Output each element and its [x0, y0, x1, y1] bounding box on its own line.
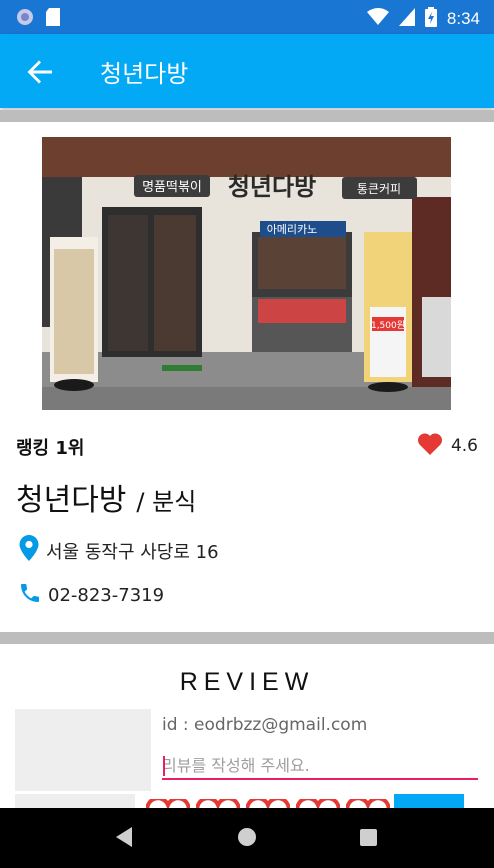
store-name: 청년다방 — [16, 483, 127, 518]
review-heading: REVIEW — [179, 668, 315, 696]
battery-icon — [424, 7, 437, 31]
status-bar: 8:34 — [0, 0, 494, 34]
rating-value: 4.6 — [450, 436, 478, 456]
app-bar: 청년다방 — [0, 34, 494, 108]
ranking-label: 랭킹 1위 — [16, 438, 85, 459]
divider — [0, 632, 494, 644]
page-title: 청년다방 — [100, 60, 189, 88]
system-nav-bar — [0, 808, 494, 868]
nav-recents-icon[interactable] — [360, 829, 377, 846]
notification-icon — [16, 8, 34, 30]
text-cursor — [163, 756, 165, 776]
location-pin-icon — [18, 534, 40, 567]
reviewer-avatar — [15, 709, 151, 791]
wifi-icon — [366, 8, 389, 30]
store-name-line: 청년다방 / 분식 — [16, 475, 196, 519]
address-row[interactable]: 서울 동작구 사당로 16 — [18, 534, 219, 567]
photo-sign-left: 명품떡볶이 — [142, 180, 202, 195]
store-category: / 분식 — [136, 488, 197, 516]
signal-icon — [398, 8, 415, 30]
nav-back-icon[interactable] — [114, 826, 134, 852]
phone-row[interactable]: 02-823-7319 — [18, 581, 164, 610]
photo-americano-label: 아메리카노 — [267, 223, 318, 236]
rating: 4.6 — [417, 432, 478, 460]
clock: 8:34 — [446, 9, 480, 28]
phone-icon — [18, 581, 42, 610]
photo-sign-right: 통큰커피 — [357, 182, 401, 196]
review-input[interactable] — [162, 752, 478, 780]
back-arrow-icon[interactable] — [26, 58, 54, 86]
heart-icon — [417, 432, 443, 460]
photo-sign-main: 청년다방 — [228, 172, 316, 201]
divider — [0, 110, 494, 122]
photo-price-label: 1,500원 — [371, 320, 405, 331]
sd-card-icon — [46, 8, 60, 30]
store-phone: 02-823-7319 — [48, 585, 165, 606]
store-photo: 명품떡볶이 청년다방 통큰커피 아메리카노 1,500원 — [42, 137, 451, 410]
nav-home-icon[interactable] — [236, 826, 258, 852]
store-address: 서울 동작구 사당로 16 — [46, 541, 219, 563]
reviewer-id: id : eodrbzz@gmail.com — [162, 715, 368, 735]
